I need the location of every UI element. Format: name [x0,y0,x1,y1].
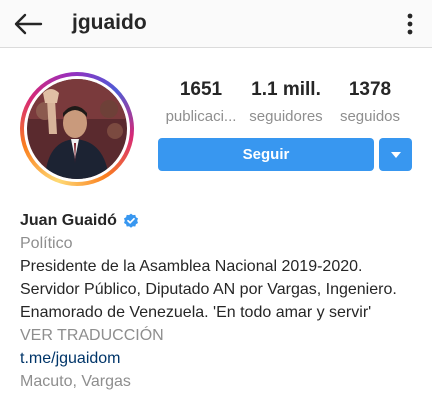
stat-following-value: 1378 [348,79,392,100]
profile-category: Político [20,235,73,252]
more-vertical-icon [407,13,413,35]
stat-posts[interactable]: 1651 publicaci... [160,79,242,127]
stat-followers[interactable]: 1.1 mill. seguidores [244,79,328,127]
chevron-down-icon [390,151,401,158]
bio-line: Servidor Público, Diputado AN por Vargas… [20,281,397,298]
story-ring[interactable] [20,72,134,186]
stat-followers-label: seguidores [249,108,323,125]
stat-following[interactable]: 1378 seguidos [334,79,406,127]
verified-badge-icon [123,213,139,229]
profile-location: Macuto, Vargas [20,373,131,390]
avatar-image [27,79,127,179]
stat-following-label: seguidos [339,108,401,125]
website-link[interactable]: t.me/jguaidom [20,347,420,370]
bio-line: Enamorado de Venezuela. 'En todo amar y … [20,304,372,321]
follow-button[interactable]: Seguir [158,138,374,171]
see-translation-link[interactable]: VER TRADUCCIÓN [20,324,420,347]
back-button[interactable] [10,8,46,40]
suggested-accounts-button[interactable] [379,138,412,171]
name-row: Juan Guaidó [20,210,420,232]
top-bar: jguaido [0,0,432,48]
profile-username: jguaido [72,11,147,34]
stat-posts-value: 1651 [179,79,223,100]
full-name: Juan Guaidó [20,212,117,229]
more-options-button[interactable] [398,8,422,40]
profile-bio: Juan Guaidó Político Presidente de la As… [20,210,420,393]
arrow-left-icon [14,13,43,35]
stat-followers-value: 1.1 mill. [251,79,321,100]
bio-line: Presidente de la Asamblea Nacional 2019-… [20,258,363,275]
stat-posts-label: publicaci... [165,108,237,125]
avatar[interactable] [27,79,127,179]
